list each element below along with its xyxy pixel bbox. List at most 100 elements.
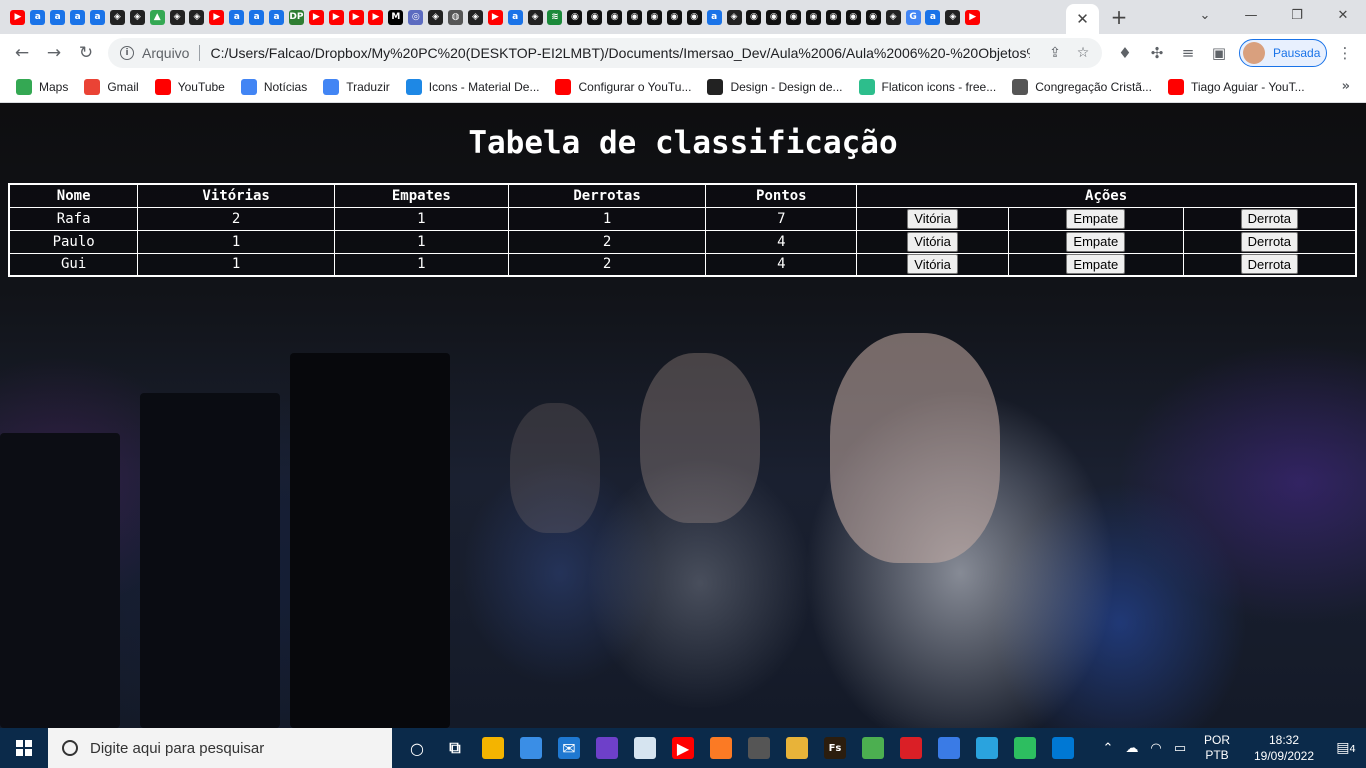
pinned-tab[interactable]: a <box>227 6 247 28</box>
pinned-tab[interactable]: ◉ <box>585 6 605 28</box>
chevron-up-icon[interactable]: ⌃ <box>1096 741 1120 756</box>
media-controls-icon[interactable]: ≡ <box>1177 42 1199 64</box>
pinned-tab[interactable]: ▶ <box>485 6 505 28</box>
pinned-tab[interactable]: a <box>48 6 68 28</box>
forward-button[interactable]: → <box>42 41 66 65</box>
wifi-icon[interactable]: ◠ <box>1144 741 1168 756</box>
start-button[interactable] <box>0 728 48 768</box>
pinned-tab[interactable]: ◈ <box>187 6 207 28</box>
pinned-tab[interactable]: a <box>704 6 724 28</box>
bookmark-item[interactable]: Maps <box>16 79 68 95</box>
profile-button[interactable]: Pausada <box>1239 39 1327 67</box>
pinned-tab[interactable]: ◉ <box>863 6 883 28</box>
taskbar-app[interactable] <box>892 728 930 768</box>
bookmark-item[interactable]: Gmail <box>84 79 139 95</box>
tab-close-button[interactable]: ✕ <box>1066 4 1099 34</box>
bookmark-star-icon[interactable]: ☆ <box>1074 44 1092 62</box>
clock[interactable]: 18:32 19/09/2022 <box>1248 732 1320 764</box>
taskbar-search[interactable]: Digite aqui para pesquisar <box>48 728 392 768</box>
taskbar-app[interactable] <box>1044 728 1082 768</box>
pinned-tab[interactable]: a <box>267 6 287 28</box>
pinned-tab[interactable]: ◉ <box>764 6 784 28</box>
side-panel-icon[interactable]: ▣ <box>1208 42 1230 64</box>
vitoria-button[interactable]: Vitória <box>907 208 958 229</box>
bookmark-item[interactable]: Configurar o YouTu... <box>555 79 691 95</box>
bookmark-item[interactable]: YouTube <box>154 79 225 95</box>
taskbar-app[interactable] <box>740 728 778 768</box>
taskbar-app[interactable] <box>854 728 892 768</box>
taskbar-app[interactable]: ▶ <box>664 728 702 768</box>
pinned-tab[interactable]: ◉ <box>625 6 645 28</box>
taskbar-app[interactable] <box>930 728 968 768</box>
minimize-button[interactable]: — <box>1228 0 1274 30</box>
share-icon[interactable]: ⇪ <box>1046 44 1064 62</box>
vitoria-button[interactable]: Vitória <box>907 254 958 275</box>
taskbar-app[interactable]: ✉ <box>550 728 588 768</box>
pinned-tab[interactable]: ◉ <box>565 6 585 28</box>
pinned-tab[interactable]: a <box>247 6 267 28</box>
bookmark-item[interactable]: Congregação Cristã... <box>1012 79 1152 95</box>
derrota-button[interactable]: Derrota <box>1240 231 1299 252</box>
taskbar-app[interactable]: ○ <box>398 728 436 768</box>
pinned-tab[interactable]: ◈ <box>167 6 187 28</box>
back-button[interactable]: ← <box>10 41 34 65</box>
pinned-tab[interactable]: DP <box>286 6 306 28</box>
pinned-tab[interactable]: ▶ <box>207 6 227 28</box>
pinned-tab[interactable]: G <box>903 6 923 28</box>
pinned-tab[interactable]: ◈ <box>943 6 963 28</box>
bookmark-item[interactable]: Traduzir <box>323 79 390 95</box>
pinned-tab[interactable]: ▶ <box>8 6 28 28</box>
pinned-tab[interactable]: ◈ <box>426 6 446 28</box>
pinned-tab[interactable]: ◉ <box>824 6 844 28</box>
pinned-tab[interactable]: ▶ <box>963 6 983 28</box>
pinned-tab[interactable]: ◈ <box>724 6 744 28</box>
taskbar-app[interactable] <box>474 728 512 768</box>
vitoria-button[interactable]: Vitória <box>907 231 958 252</box>
pinned-tab[interactable]: a <box>923 6 943 28</box>
derrota-button[interactable]: Derrota <box>1240 208 1299 229</box>
taskbar-app[interactable] <box>778 728 816 768</box>
notification-center-button[interactable]: ▤4 <box>1326 740 1366 756</box>
pin-icon[interactable]: ♦ <box>1114 42 1136 64</box>
pinned-tab[interactable]: ◈ <box>525 6 545 28</box>
pinned-tab[interactable]: a <box>505 6 525 28</box>
pinned-tab[interactable]: ◈ <box>465 6 485 28</box>
pinned-tab[interactable]: a <box>28 6 48 28</box>
taskbar-app[interactable] <box>512 728 550 768</box>
pinned-tab[interactable]: ▶ <box>346 6 366 28</box>
pinned-tab[interactable]: ◉ <box>664 6 684 28</box>
pinned-tab[interactable]: ◈ <box>127 6 147 28</box>
pinned-tab[interactable]: ◉ <box>784 6 804 28</box>
pinned-tab[interactable]: ◉ <box>744 6 764 28</box>
pinned-tab[interactable]: M <box>386 6 406 28</box>
taskbar-app[interactable] <box>968 728 1006 768</box>
address-url[interactable]: C:/Users/Falcao/Dropbox/My%20PC%20(DESKT… <box>210 45 1030 61</box>
pinned-tab[interactable]: ≋ <box>545 6 565 28</box>
bookmark-item[interactable]: Flaticon icons - free... <box>858 79 996 95</box>
pinned-tab[interactable]: ◉ <box>804 6 824 28</box>
pinned-tab[interactable]: ◈ <box>883 6 903 28</box>
taskbar-app[interactable] <box>626 728 664 768</box>
empate-button[interactable]: Empate <box>1066 208 1126 229</box>
pinned-tab[interactable]: a <box>88 6 108 28</box>
pinned-tab[interactable]: ◈ <box>107 6 127 28</box>
pinned-tab[interactable]: ◉ <box>843 6 863 28</box>
bookmark-item[interactable]: Icons - Material De... <box>405 79 539 95</box>
empate-button[interactable]: Empate <box>1066 254 1126 275</box>
pinned-tab[interactable]: a <box>68 6 88 28</box>
more-bookmarks-button[interactable]: » <box>1342 79 1350 94</box>
new-tab-button[interactable]: + <box>1108 6 1130 28</box>
close-window-button[interactable]: ✕ <box>1320 0 1366 30</box>
battery-icon[interactable]: ▭ <box>1168 741 1192 756</box>
reload-button[interactable]: ↻ <box>74 41 98 65</box>
pinned-tab[interactable]: ▶ <box>326 6 346 28</box>
taskbar-app[interactable]: ⧉ <box>436 728 474 768</box>
onedrive-icon[interactable]: ☁ <box>1120 741 1144 756</box>
taskbar-app[interactable] <box>1006 728 1044 768</box>
menu-icon[interactable]: ⋮ <box>1334 42 1356 64</box>
pinned-tab[interactable]: ▲ <box>147 6 167 28</box>
taskbar-app[interactable]: Fs <box>816 728 854 768</box>
pinned-tab[interactable]: ◉ <box>645 6 665 28</box>
bookmark-item[interactable]: Notícias <box>240 79 307 95</box>
bookmark-item[interactable]: Tiago Aguiar - YouT... <box>1167 79 1305 95</box>
